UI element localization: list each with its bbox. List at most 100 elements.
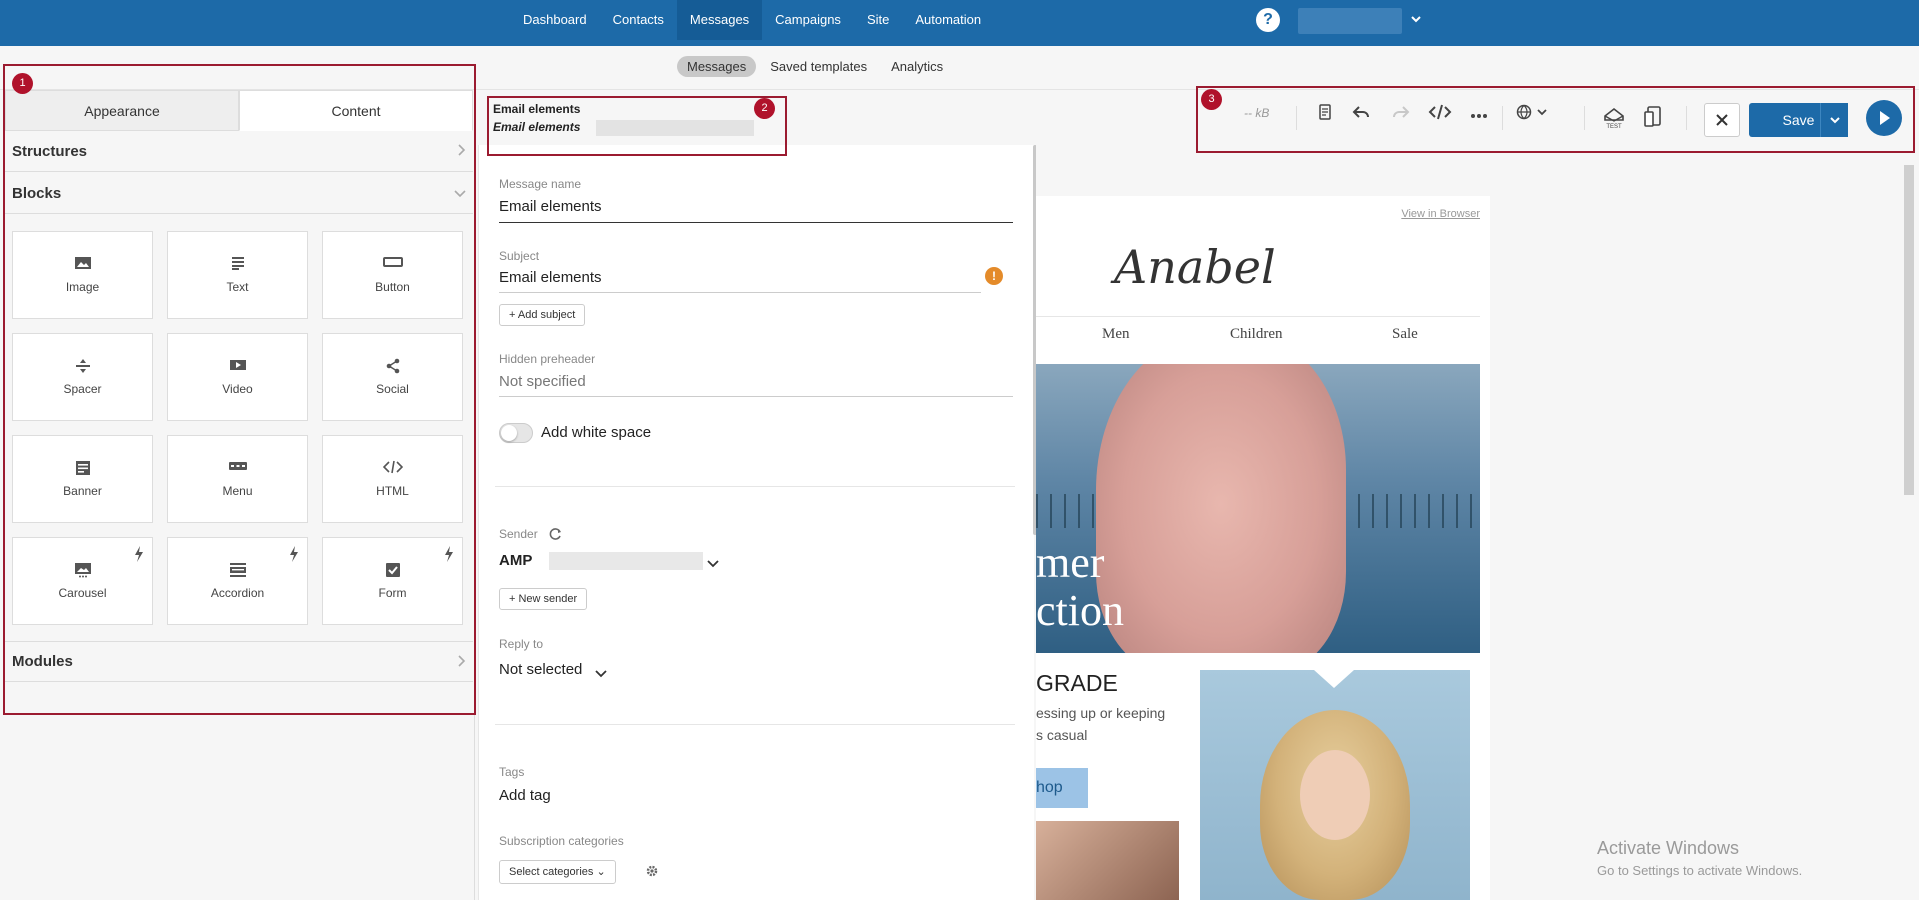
nav-messages[interactable]: Messages (676, 0, 763, 40)
tab-content[interactable]: Content (239, 90, 473, 131)
video-icon (168, 358, 307, 374)
save-options-button[interactable] (1820, 103, 1848, 137)
divider (495, 724, 1015, 725)
block-label: Image (65, 280, 100, 294)
nav-site[interactable]: Site (854, 0, 902, 40)
plus-icon: + (509, 309, 518, 321)
banner-icon (13, 460, 152, 476)
section-description: essing up or keeping s casual (1036, 705, 1166, 743)
activate-windows-title: Activate Windows (1597, 838, 1740, 858)
message-size: -- kB (1244, 106, 1270, 120)
settings-title: Email elements (493, 102, 581, 116)
language-globe-icon[interactable] (1516, 104, 1548, 127)
block-spacer[interactable]: Spacer (12, 333, 153, 421)
code-icon[interactable] (1428, 104, 1452, 127)
reply-to-select[interactable]: Not selected (499, 661, 582, 678)
close-button[interactable] (1704, 103, 1740, 137)
redo-icon[interactable] (1392, 104, 1410, 126)
select-categories-button[interactable]: Select categories ⌄ (499, 860, 616, 884)
block-banner[interactable]: Banner (12, 435, 153, 523)
block-form[interactable]: Form (322, 537, 463, 625)
field-underline (499, 292, 981, 293)
add-tag-input[interactable]: Add tag (499, 787, 551, 804)
product-thumbnail (1036, 821, 1179, 900)
subnav-saved-templates[interactable]: Saved templates (760, 56, 877, 77)
email-nav-sale[interactable]: Sale (1392, 326, 1418, 343)
divider (1584, 106, 1585, 130)
hero-text: mer ction (1036, 538, 1124, 635)
redacted-text (549, 552, 703, 570)
preheader-label: Hidden preheader (499, 352, 596, 366)
block-accordion[interactable]: Accordion (167, 537, 308, 625)
send-play-button[interactable] (1866, 100, 1902, 136)
block-html[interactable]: HTML (322, 435, 463, 523)
form-checkbox-icon (323, 562, 462, 578)
refresh-icon[interactable] (549, 527, 563, 544)
content-panel: Appearance Content Structures Blocks Ima… (0, 90, 475, 900)
add-subject-button[interactable]: + Add subject (499, 304, 586, 326)
nav-dashboard[interactable]: Dashboard (510, 0, 600, 40)
preheader-input[interactable]: Not specified (499, 373, 586, 390)
subnav-analytics[interactable]: Analytics (881, 56, 953, 77)
chevron-down-icon[interactable] (707, 555, 719, 571)
chevron-down-icon: ⌄ (596, 866, 606, 878)
block-button[interactable]: Button (322, 231, 463, 319)
structures-label: Structures (12, 142, 88, 160)
white-space-toggle[interactable] (499, 423, 533, 443)
new-sender-button[interactable]: + New sender (499, 588, 588, 610)
block-label: Text (226, 280, 249, 294)
block-carousel[interactable]: Carousel (12, 537, 153, 625)
nav-automation[interactable]: Automation (902, 0, 994, 40)
warning-icon[interactable]: ! (985, 267, 1003, 285)
block-image[interactable]: Image (12, 231, 153, 319)
tags-label: Tags (499, 765, 525, 779)
activate-windows-subtitle: Go to Settings to activate Windows. (1597, 863, 1803, 878)
message-name-input[interactable]: Email elements (499, 198, 602, 215)
more-options-icon[interactable] (1470, 104, 1488, 126)
block-video[interactable]: Video (167, 333, 308, 421)
section-headline: GRADE (1036, 670, 1118, 696)
sender-value[interactable]: AMP (499, 552, 532, 569)
document-icon[interactable] (1318, 104, 1332, 127)
divider (1502, 106, 1503, 130)
annotation-badge-3: 3 (1201, 89, 1222, 110)
play-icon (1879, 110, 1891, 129)
chevron-down-icon (454, 185, 466, 201)
modules-section[interactable]: Modules (5, 641, 473, 682)
undo-icon[interactable] (1352, 104, 1370, 126)
block-text[interactable]: Text (167, 231, 308, 319)
structures-section[interactable]: Structures (5, 131, 473, 172)
block-social[interactable]: Social (322, 333, 463, 421)
brand-logo: Anabel (1114, 240, 1276, 294)
help-icon[interactable]: ? (1256, 8, 1280, 32)
block-label: Social (376, 382, 409, 396)
chevron-right-icon (456, 654, 466, 670)
subject-input[interactable]: Email elements (499, 269, 602, 286)
view-in-browser-link[interactable]: View in Browser (1401, 208, 1480, 220)
email-nav-men[interactable]: Men (1102, 326, 1130, 343)
redacted-text (596, 120, 754, 136)
block-label: Menu (222, 484, 253, 498)
panel-tabs: Appearance Content (5, 90, 473, 131)
blocks-section[interactable]: Blocks (5, 173, 473, 214)
email-preview: View in Browser Anabel Men Children Sale… (1036, 196, 1490, 900)
svg-text:TEST: TEST (1606, 124, 1622, 130)
preview-scrollbar[interactable] (1904, 165, 1914, 495)
account-selector[interactable] (1298, 8, 1402, 34)
shop-button[interactable]: hop (1036, 768, 1088, 808)
tab-appearance[interactable]: Appearance (5, 90, 239, 131)
block-label: Form (378, 586, 407, 600)
chevron-down-icon[interactable] (595, 665, 607, 681)
nav-campaigns[interactable]: Campaigns (762, 0, 854, 40)
code-icon (323, 460, 462, 476)
mobile-preview-icon[interactable] (1644, 106, 1662, 135)
block-menu[interactable]: Menu (167, 435, 308, 523)
chevron-down-icon[interactable] (1410, 8, 1422, 32)
chevron-down-icon (1829, 113, 1840, 127)
nav-contacts[interactable]: Contacts (600, 0, 677, 40)
subnav-messages[interactable]: Messages (677, 56, 757, 77)
gear-icon[interactable] (645, 864, 659, 881)
divider (1686, 106, 1687, 130)
test-email-icon[interactable]: TEST (1602, 106, 1626, 137)
email-nav-children[interactable]: Children (1230, 326, 1283, 343)
